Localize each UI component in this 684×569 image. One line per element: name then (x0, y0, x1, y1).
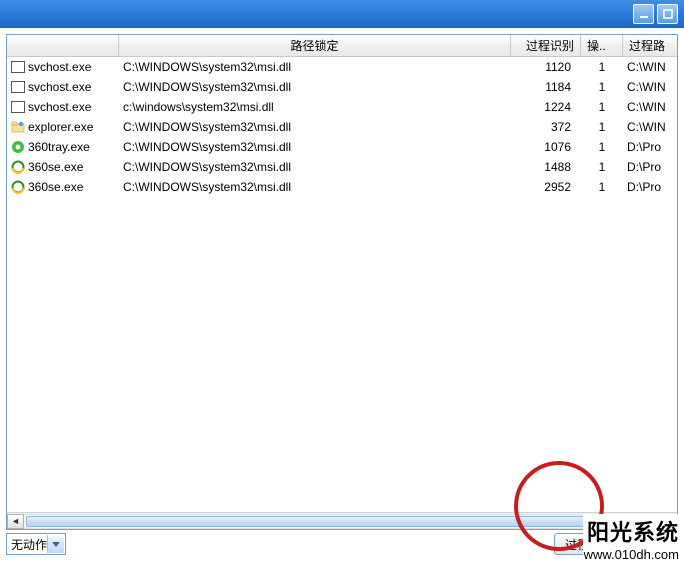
cell-path: C:\WINDOWS\system32\msi.dll (119, 160, 511, 174)
cell-process-name: 360se.exe (7, 160, 119, 174)
bottom-toolbar: 无动作 过程结束 解锁 (6, 529, 678, 559)
cell-process-name: 360se.exe (7, 180, 119, 194)
app-window-icon (11, 101, 25, 113)
scroll-thumb[interactable] (26, 516, 611, 527)
cell-pid: 1488 (511, 160, 581, 174)
table-row[interactable]: 360tray.exeC:\WINDOWS\system32\msi.dll10… (7, 137, 677, 157)
cell-path: C:\WINDOWS\system32\msi.dll (119, 80, 511, 94)
action-combobox-value: 无动作 (11, 536, 47, 553)
column-header-op[interactable]: 操.. (581, 35, 623, 56)
column-header-path[interactable]: 路径锁定 (119, 35, 511, 56)
column-header-proc[interactable]: 过程路 (623, 35, 677, 56)
app-window-icon (11, 81, 25, 93)
titlebar (0, 0, 684, 28)
cell-path: c:\windows\system32\msi.dll (119, 100, 511, 114)
cell-proc: C:\WIN (623, 60, 677, 74)
chevron-down-icon[interactable] (47, 535, 64, 553)
scroll-left-arrow[interactable]: ◄ (7, 514, 24, 529)
cell-pid: 1120 (511, 60, 581, 74)
main-panel: 路径锁定 过程识别 操.. 过程路 svchost.exeC:\WINDOWS\… (6, 34, 678, 530)
horizontal-scrollbar[interactable]: ◄ ► (7, 512, 677, 529)
cell-process-name: svchost.exe (7, 100, 119, 114)
watermark: 阳光系统 www.010dh.com (583, 514, 680, 563)
explorer-icon (11, 120, 25, 134)
watermark-title: 阳光系统 (584, 515, 679, 547)
cell-op: 1 (581, 100, 623, 114)
action-combobox[interactable]: 无动作 (6, 533, 66, 555)
scroll-track[interactable] (24, 514, 660, 529)
table-header: 路径锁定 过程识别 操.. 过程路 (7, 35, 677, 57)
table-row[interactable]: explorer.exeC:\WINDOWS\system32\msi.dll3… (7, 117, 677, 137)
cell-op: 1 (581, 80, 623, 94)
cell-process-name: svchost.exe (7, 60, 119, 74)
cell-pid: 1184 (511, 80, 581, 94)
cell-proc: D:\Pro (623, 160, 677, 174)
cell-proc: C:\WIN (623, 80, 677, 94)
table-row[interactable]: svchost.exec:\windows\system32\msi.dll12… (7, 97, 677, 117)
cell-pid: 372 (511, 120, 581, 134)
cell-process-name: explorer.exe (7, 120, 119, 134)
table-row[interactable]: 360se.exeC:\WINDOWS\system32\msi.dll2952… (7, 177, 677, 197)
cell-pid: 2952 (511, 180, 581, 194)
cell-op: 1 (581, 180, 623, 194)
cell-path: C:\WINDOWS\system32\msi.dll (119, 140, 511, 154)
360-icon (11, 140, 25, 154)
table-row[interactable]: 360se.exeC:\WINDOWS\system32\msi.dll1488… (7, 157, 677, 177)
column-header-pid[interactable]: 过程识别 (511, 35, 581, 56)
table-row[interactable]: svchost.exeC:\WINDOWS\system32\msi.dll11… (7, 57, 677, 77)
cell-pid: 1224 (511, 100, 581, 114)
ie-icon (11, 160, 25, 174)
app-window-icon (11, 61, 25, 73)
cell-op: 1 (581, 60, 623, 74)
cell-proc: C:\WIN (623, 100, 677, 114)
watermark-url: www.010dh.com (584, 547, 679, 562)
cell-path: C:\WINDOWS\system32\msi.dll (119, 60, 511, 74)
cell-process-name: svchost.exe (7, 80, 119, 94)
cell-proc: D:\Pro (623, 140, 677, 154)
ie-icon (11, 180, 25, 194)
cell-op: 1 (581, 140, 623, 154)
minimize-button[interactable] (633, 4, 654, 24)
table-row[interactable]: svchost.exeC:\WINDOWS\system32\msi.dll11… (7, 77, 677, 97)
cell-proc: C:\WIN (623, 120, 677, 134)
cell-path: C:\WINDOWS\system32\msi.dll (119, 120, 511, 134)
cell-process-name: 360tray.exe (7, 140, 119, 154)
cell-op: 1 (581, 160, 623, 174)
cell-op: 1 (581, 120, 623, 134)
column-header-name[interactable] (7, 35, 119, 56)
cell-proc: D:\Pro (623, 180, 677, 194)
process-table: 路径锁定 过程识别 操.. 过程路 svchost.exeC:\WINDOWS\… (7, 35, 677, 512)
cell-path: C:\WINDOWS\system32\msi.dll (119, 180, 511, 194)
maximize-button[interactable] (657, 4, 678, 24)
cell-pid: 1076 (511, 140, 581, 154)
